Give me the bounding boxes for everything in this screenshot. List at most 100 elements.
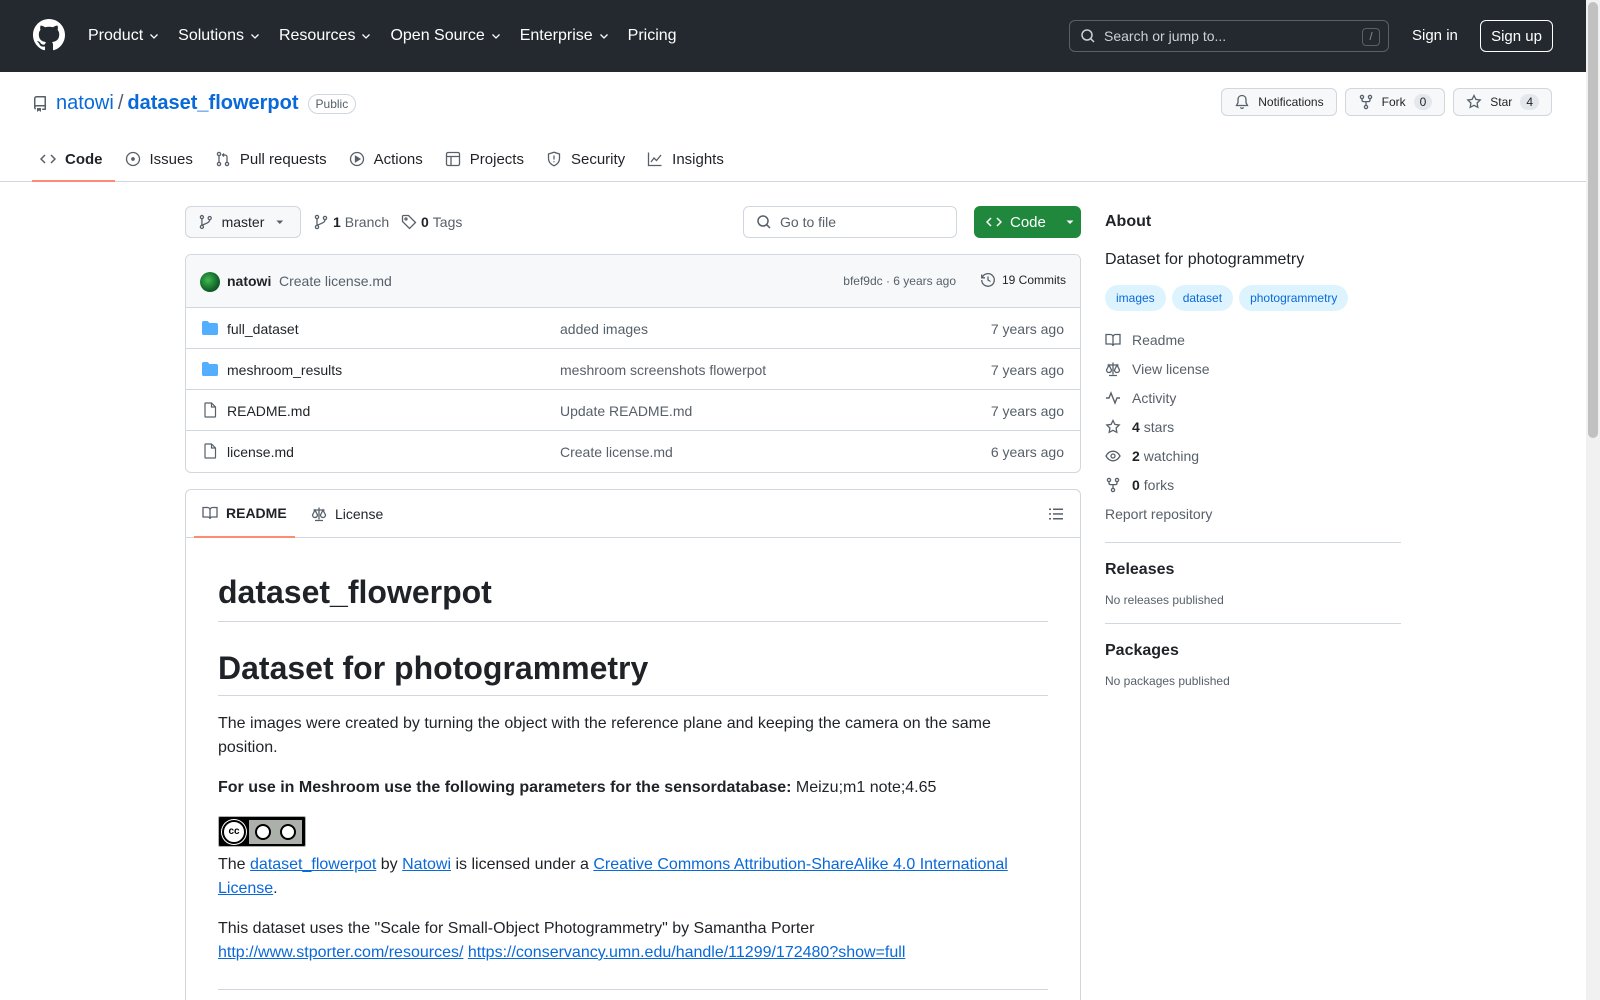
file-icon xyxy=(204,402,217,418)
repo-icon xyxy=(33,95,46,112)
repo-title: natowi / dataset_flowerpot Public xyxy=(32,92,357,115)
tab-insights[interactable]: Insights xyxy=(639,138,736,182)
file-age: 7 years ago xyxy=(990,403,1064,419)
search-icon xyxy=(757,215,771,229)
code-dropdown-button[interactable]: Code xyxy=(974,206,1081,238)
conservancy-link[interactable]: https://conservancy.umn.edu/handle/11299… xyxy=(468,944,906,961)
nav-enterprise[interactable]: Enterprise xyxy=(520,27,610,45)
author-link[interactable]: Natowi xyxy=(402,856,451,873)
notifications-button[interactable]: Notifications xyxy=(1221,88,1337,116)
cc-by-sa-badge-icon[interactable]: cc xyxy=(218,816,306,847)
avatar[interactable] xyxy=(200,272,220,292)
tab-pull-requests[interactable]: Pull requests xyxy=(207,138,339,182)
file-row[interactable]: full_dataset added images 7 years ago xyxy=(186,308,1080,349)
file-commit-message[interactable]: Update README.md xyxy=(560,403,692,419)
view-license-label: View license xyxy=(1132,360,1210,377)
nav-open-source[interactable]: Open Source xyxy=(390,27,501,45)
tab-license[interactable]: License xyxy=(311,490,383,538)
nav-open-source-label: Open Source xyxy=(390,27,485,44)
file-name-link[interactable]: license.md xyxy=(227,444,294,460)
bell-icon xyxy=(1235,94,1249,109)
by-icon xyxy=(255,823,272,840)
readme-tabs: README License xyxy=(186,490,1080,538)
nav-solutions[interactable]: Solutions xyxy=(178,27,261,45)
chevron-down-icon xyxy=(491,34,500,39)
chevron-down-icon xyxy=(150,34,159,39)
file-commit-message[interactable]: Create license.md xyxy=(560,444,673,460)
file-name-link[interactable]: README.md xyxy=(227,403,310,419)
watching-link[interactable]: 2 watching xyxy=(1105,441,1401,470)
topic-list: images dataset photogrammetry xyxy=(1105,285,1401,311)
tab-actions[interactable]: Actions xyxy=(341,138,435,182)
tab-security[interactable]: Security xyxy=(538,138,637,182)
activity-link[interactable]: Activity xyxy=(1105,383,1401,412)
file-commit-message[interactable]: meshroom screenshots flowerpot xyxy=(560,362,766,378)
forks-link[interactable]: 0 forks xyxy=(1105,470,1401,499)
stporter-link[interactable]: http://www.stporter.com/resources/ xyxy=(218,944,463,961)
packages-title[interactable]: Packages xyxy=(1105,642,1401,660)
tab-issues[interactable]: Issues xyxy=(117,138,205,182)
releases-title[interactable]: Releases xyxy=(1105,561,1401,579)
readme-link[interactable]: Readme xyxy=(1105,325,1401,354)
file-commit-message[interactable]: added images xyxy=(560,321,648,337)
commit-sha-time[interactable]: bfef9dc · 6 years ago xyxy=(843,274,956,288)
dataset-link[interactable]: dataset_flowerpot xyxy=(250,856,376,873)
report-repository-link[interactable]: Report repository xyxy=(1105,499,1401,528)
star-button[interactable]: Star 4 xyxy=(1453,88,1552,116)
tab-projects[interactable]: Projects xyxy=(437,138,536,182)
sign-in-link[interactable]: Sign in xyxy=(1412,27,1458,44)
page-scrollbar[interactable] xyxy=(1586,0,1600,1000)
file-name-link[interactable]: full_dataset xyxy=(227,321,299,337)
eye-icon xyxy=(1105,450,1121,461)
topic-tag[interactable]: dataset xyxy=(1171,285,1234,311)
github-logo-icon[interactable] xyxy=(33,19,65,51)
view-license-link[interactable]: View license xyxy=(1105,354,1401,383)
file-name-link[interactable]: meshroom_results xyxy=(227,362,342,378)
history-icon xyxy=(981,273,995,287)
sidebar-divider xyxy=(1105,542,1401,543)
repo-owner-link[interactable]: natowi xyxy=(56,92,114,115)
file-row[interactable]: meshroom_results meshroom screenshots fl… xyxy=(186,349,1080,390)
nav-resources-label: Resources xyxy=(278,27,356,44)
readme-license-paragraph: The dataset_flowerpot by Natowi is licen… xyxy=(218,853,1048,901)
repo-name-link[interactable]: dataset_flowerpot xyxy=(127,92,298,115)
pull-request-icon xyxy=(216,151,230,167)
scrollbar-thumb[interactable] xyxy=(1588,2,1598,438)
commit-message-link[interactable]: Create license.md xyxy=(279,273,392,289)
topic-tag[interactable]: images xyxy=(1105,285,1166,311)
watching-label: watching xyxy=(1143,447,1200,464)
topic-tag[interactable]: photogrammetry xyxy=(1239,285,1349,311)
commit-author-link[interactable]: natowi xyxy=(227,273,271,289)
stars-link[interactable]: 4 stars xyxy=(1105,412,1401,441)
nav-pricing[interactable]: Pricing xyxy=(628,27,677,45)
repo-header: natowi / dataset_flowerpot Public Notifi… xyxy=(0,72,1586,182)
tags-link[interactable]: 0 Tags xyxy=(401,214,462,230)
readme-credits-paragraph: This dataset uses the "Scale for Small-O… xyxy=(218,917,1048,965)
branches-link[interactable]: 1 Branch xyxy=(313,214,389,230)
commits-history-link[interactable]: 19 Commits xyxy=(980,272,1066,288)
forks-label: forks xyxy=(1143,476,1175,493)
repo-actions: Notifications Fork 0 Star 4 xyxy=(1221,88,1552,116)
latest-commit-bar: natowi Create license.md bfef9dc · 6 yea… xyxy=(186,255,1080,308)
global-search-input[interactable]: Search or jump to... / xyxy=(1069,20,1389,52)
visibility-badge: Public xyxy=(307,93,357,114)
graph-icon xyxy=(648,152,662,167)
caret-down-icon xyxy=(1066,220,1074,224)
chevron-down-icon xyxy=(362,34,371,39)
main-content: master 1 Branch 0 Tags Go to file Code n… xyxy=(185,206,1081,1000)
list-icon[interactable] xyxy=(1048,506,1064,522)
file-row[interactable]: README.md Update README.md 7 years ago xyxy=(186,390,1080,431)
tab-code[interactable]: Code xyxy=(32,138,115,182)
nav-resources[interactable]: Resources xyxy=(279,27,372,45)
sign-up-button[interactable]: Sign up xyxy=(1480,20,1553,52)
go-to-file-input[interactable]: Go to file xyxy=(743,206,957,238)
search-icon xyxy=(1081,29,1095,43)
fork-button[interactable]: Fork 0 xyxy=(1344,88,1446,116)
tab-readme[interactable]: README xyxy=(194,490,295,538)
tab-issues-label: Issues xyxy=(149,150,193,168)
branch-selector[interactable]: master xyxy=(185,206,301,238)
nav-product[interactable]: Product xyxy=(88,27,160,45)
tab-insights-label: Insights xyxy=(672,150,724,168)
pulse-icon xyxy=(1106,390,1120,405)
file-row[interactable]: license.md Create license.md 6 years ago xyxy=(186,431,1080,472)
